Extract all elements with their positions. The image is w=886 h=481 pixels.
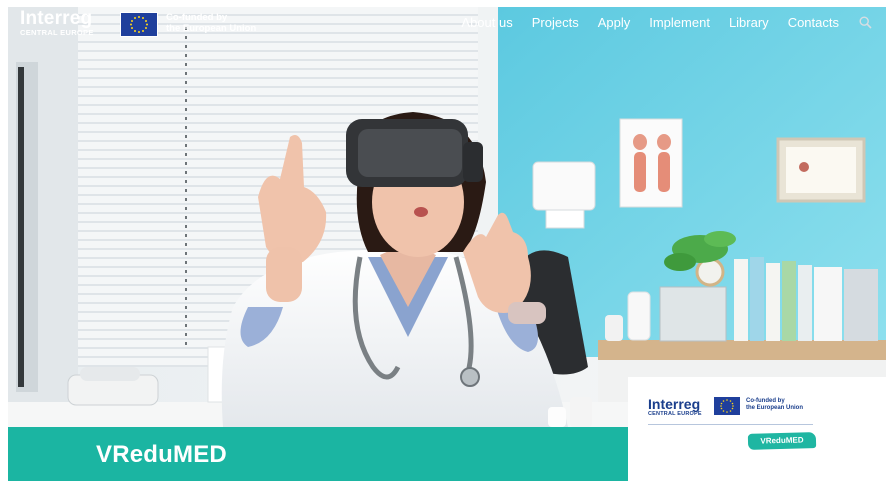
hero-illustration [8,7,886,427]
site-header: Interreg CENTRAL EUROPE Co-funded by the… [8,7,886,43]
card-logo-wordmark: Interreg [648,396,701,412]
project-logo-card: Interreg CENTRAL EUROPE Co-funded by the… [628,377,886,475]
eu-funding-label: Co-funded by the European Union [166,12,256,34]
card-eu-line-1: Co-funded by [746,398,785,404]
page-title: VReduMED [96,441,227,468]
nav-about-us[interactable]: About us [461,15,512,30]
page: Interreg CENTRAL EUROPE Co-funded by the… [8,7,886,481]
nav-contacts[interactable]: Contacts [788,15,839,30]
nav-projects[interactable]: Projects [532,15,579,30]
eu-flag-icon [120,12,158,37]
eu-line-2: the European Union [166,23,257,34]
card-eu-line-2: the European Union [746,405,803,411]
nav-library[interactable]: Library [729,15,769,30]
title-band: VReduMED [8,427,628,481]
search-icon[interactable] [859,16,872,29]
card-logo-subtitle: CENTRAL EUROPE [648,411,702,417]
hero-image [8,7,886,427]
nav-implement[interactable]: Implement [649,15,710,30]
logo-subtitle: CENTRAL EUROPE [20,28,94,37]
eu-line-1: Co-funded by [166,12,228,23]
card-eu-funding-label: Co-funded by the European Union [746,398,803,412]
logo-wordmark: Interreg [20,8,93,29]
nav-apply[interactable]: Apply [598,15,631,30]
card-divider [648,424,813,425]
card-eu-flag-icon [714,397,740,415]
main-nav: About us Projects Apply Implement Librar… [442,15,872,30]
project-badge: VReduMED [747,432,817,450]
